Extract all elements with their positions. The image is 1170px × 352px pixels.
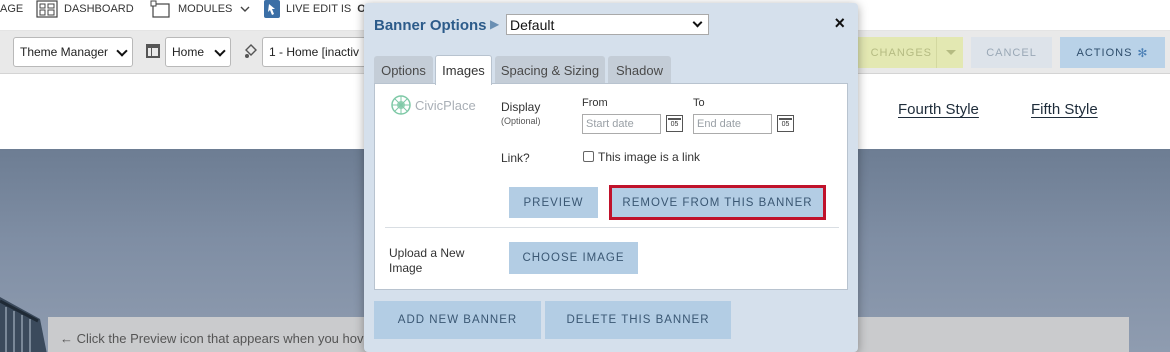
add-new-banner-button[interactable]: ADD NEW BANNER [374, 301, 541, 339]
paint-bucket-icon [245, 44, 257, 58]
nav-link-fourth-style[interactable]: Fourth Style [898, 101, 979, 118]
banner-select-value: Default [510, 16, 555, 33]
calendar-icon[interactable]: 05 [777, 115, 794, 132]
delete-banner-button[interactable]: DELETE THIS BANNER [545, 301, 731, 339]
display-label: Display [501, 100, 541, 114]
preview-hint-text: ← Click the Preview icon that appears wh… [60, 331, 364, 346]
logo-text: CivicPlace [415, 97, 476, 113]
breadcrumb-arrow-icon: ▶ [490, 17, 500, 31]
theme-manager-select[interactable]: Theme Manager [13, 37, 133, 67]
live-edit-toggle[interactable]: LIVE EDIT IS ON [264, 0, 374, 18]
to-label: To [693, 97, 705, 109]
home-page-select[interactable]: Home [165, 37, 231, 67]
remove-from-banner-label: REMOVE FROM THIS BANNER [622, 196, 813, 209]
theme-manager-value: Theme Manager [20, 45, 109, 59]
gear-icon: ✻ [1137, 45, 1149, 60]
preview-button-label: PREVIEW [523, 196, 584, 209]
link-label: Link? [501, 151, 530, 165]
chevron-down-icon [214, 45, 226, 57]
choose-image-button[interactable]: CHOOSE IMAGE [509, 242, 638, 274]
page-version-select[interactable]: 1 - Home [inactiv [262, 37, 372, 67]
home-page-value: Home [172, 45, 205, 59]
tab-spacing-sizing[interactable]: Spacing & Sizing [495, 56, 605, 84]
dashboard-label: DASHBOARD [64, 3, 134, 15]
optional-label: (Optional) [501, 116, 541, 126]
live-edit-label: LIVE EDIT IS [286, 3, 352, 15]
dialog-title: Banner Options [374, 17, 487, 34]
banner-image-thumbnail: CivicPlace [391, 95, 476, 115]
nav-link-fifth-style[interactable]: Fifth Style [1031, 101, 1098, 118]
calendar-day: 05 [670, 121, 679, 128]
add-new-banner-label: ADD NEW BANNER [397, 314, 518, 326]
chevron-down-icon [692, 17, 703, 28]
image-link-checkbox[interactable] [583, 151, 594, 162]
modules-menu[interactable]: MODULES [150, 0, 258, 18]
live-edit-icon [264, 0, 280, 18]
images-tab-panel: CivicPlace Display (Optional) From Start… [374, 83, 848, 290]
delete-banner-label: DELETE THIS BANNER [566, 314, 710, 326]
image-link-checkbox-label[interactable]: This image is a link [598, 150, 700, 164]
actions-label: ACTIONS [1076, 46, 1133, 59]
page-menu-label: AGE [0, 3, 24, 15]
layout-icon [146, 44, 160, 58]
dashboard-link[interactable]: DASHBOARD [36, 0, 134, 18]
calendar-icon[interactable]: 05 [666, 115, 683, 132]
preview-button[interactable]: PREVIEW [509, 187, 598, 218]
tab-images[interactable]: Images [435, 55, 492, 85]
publish-changes-button[interactable]: CHANGES [858, 37, 936, 68]
publish-options-dropdown[interactable] [936, 37, 963, 68]
tab-shadow[interactable]: Shadow [608, 56, 671, 84]
divider [385, 227, 839, 228]
chevron-down-icon [240, 6, 250, 12]
modules-icon [150, 0, 170, 18]
tab-options[interactable]: Options [374, 56, 433, 84]
start-date-input[interactable]: Start date [582, 114, 661, 134]
from-label: From [582, 97, 608, 109]
cancel-label: CANCEL [986, 46, 1037, 59]
actions-button[interactable]: ACTIONS ✻ [1060, 37, 1165, 68]
publish-changes-label: CHANGES [870, 46, 932, 59]
chevron-down-icon [116, 45, 128, 57]
upload-label: Upload a New Image [389, 246, 465, 275]
civicplace-logo-icon [391, 95, 411, 115]
end-date-input[interactable]: End date [693, 114, 772, 134]
page-version-value: 1 - Home [inactiv [269, 45, 360, 59]
cancel-button[interactable]: CANCEL [971, 37, 1052, 68]
calendar-day: 05 [781, 121, 790, 128]
close-icon[interactable]: × [834, 14, 845, 32]
banner-select[interactable]: Default [506, 14, 709, 35]
banner-options-dialog: Banner Options ▶ Default × Options Image… [364, 3, 858, 352]
page-menu[interactable]: AGE [0, 0, 23, 18]
modules-label: MODULES [178, 3, 233, 15]
dashboard-icon [36, 0, 58, 18]
remove-from-banner-button[interactable]: REMOVE FROM THIS BANNER [609, 185, 826, 220]
choose-image-label: CHOOSE IMAGE [522, 252, 625, 264]
